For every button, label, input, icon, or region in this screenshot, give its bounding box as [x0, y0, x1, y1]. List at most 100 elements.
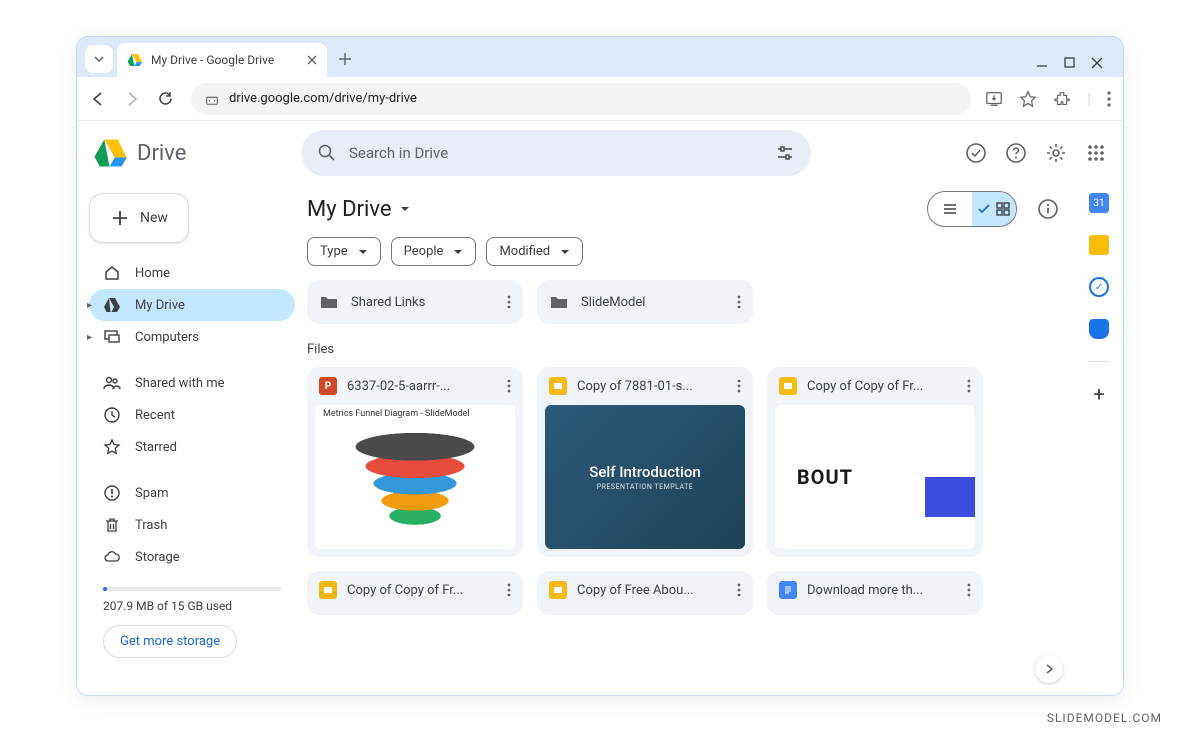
- more-icon[interactable]: [737, 379, 741, 393]
- new-tab-button[interactable]: [331, 45, 359, 73]
- more-icon[interactable]: [507, 295, 511, 309]
- tab-title: My Drive - Google Drive: [151, 53, 274, 67]
- file-card[interactable]: Copy of Free Abou...: [537, 571, 753, 615]
- file-name: Copy of Copy of Fr...: [347, 583, 497, 598]
- file-card[interactable]: Copy of 7881-01-s... Self IntroductionPR…: [537, 367, 753, 557]
- home-icon: [103, 264, 121, 282]
- sidebar-item-shared[interactable]: Shared with me: [89, 367, 295, 399]
- more-icon[interactable]: [507, 379, 511, 393]
- new-button[interactable]: New: [89, 193, 189, 243]
- more-icon[interactable]: [507, 583, 511, 597]
- file-thumbnail: BOUT: [775, 405, 975, 549]
- search-options-icon[interactable]: [775, 143, 795, 163]
- filter-people[interactable]: People: [391, 237, 477, 266]
- file-card[interactable]: Copy of Copy of Fr...: [307, 571, 523, 615]
- more-icon[interactable]: [737, 295, 741, 309]
- tab-search-button[interactable]: [85, 45, 113, 73]
- file-card[interactable]: Copy of Copy of Fr... BOUT: [767, 367, 983, 557]
- file-name: Copy of Free Abou...: [577, 583, 727, 598]
- more-icon[interactable]: [967, 379, 971, 393]
- breadcrumb[interactable]: My Drive: [307, 197, 412, 222]
- grid-view-button[interactable]: [972, 192, 1016, 226]
- sidebar-item-home[interactable]: Home: [89, 257, 295, 289]
- filter-modified[interactable]: Modified: [486, 237, 583, 266]
- sidebar-item-computers[interactable]: ▸ Computers: [89, 321, 295, 353]
- search-bar[interactable]: Search in Drive: [301, 130, 811, 176]
- folder-icon: [319, 292, 339, 312]
- ready-offline-icon[interactable]: [965, 142, 987, 164]
- folder-card[interactable]: Shared Links: [307, 280, 523, 324]
- docs-icon: [779, 581, 797, 599]
- expand-caret-icon[interactable]: ▸: [87, 300, 92, 311]
- settings-icon[interactable]: [1045, 142, 1067, 164]
- sidebar-item-spam[interactable]: Spam: [89, 477, 295, 509]
- filter-type[interactable]: Type: [307, 237, 381, 266]
- sidebar-label: Trash: [135, 518, 167, 533]
- slides-icon: [319, 581, 337, 599]
- sidebar-item-trash[interactable]: Trash: [89, 509, 295, 541]
- more-icon[interactable]: [967, 583, 971, 597]
- install-app-icon[interactable]: [985, 90, 1003, 108]
- watermark: SLIDEMODEL.COM: [1047, 711, 1162, 725]
- site-info-icon[interactable]: [205, 92, 219, 106]
- bookmark-icon[interactable]: [1019, 90, 1037, 108]
- sidebar-label: Shared with me: [135, 376, 225, 391]
- hide-side-panel-button[interactable]: [1035, 655, 1063, 683]
- reload-button[interactable]: [157, 90, 177, 107]
- apps-icon[interactable]: [1085, 142, 1107, 164]
- calendar-addon-icon[interactable]: 31: [1089, 193, 1109, 213]
- drive-favicon: [127, 52, 143, 68]
- sidebar-label: Recent: [135, 408, 175, 423]
- details-icon[interactable]: [1037, 198, 1059, 220]
- contacts-addon-icon[interactable]: [1089, 319, 1109, 339]
- list-view-button[interactable]: [928, 192, 972, 226]
- sidebar: New Home ▸ My Drive ▸ Computers Shared w…: [77, 185, 307, 695]
- storage-text: 207.9 MB of 15 GB used: [103, 599, 281, 613]
- back-button[interactable]: [89, 90, 109, 108]
- extensions-icon[interactable]: [1053, 90, 1071, 108]
- sidebar-label: Home: [135, 266, 170, 281]
- forward-button[interactable]: [123, 90, 143, 108]
- address-bar[interactable]: drive.google.com/drive/my-drive: [191, 83, 971, 115]
- file-card[interactable]: Download more th...: [767, 571, 983, 615]
- get-more-storage-button[interactable]: Get more storage: [103, 625, 237, 658]
- sidebar-label: My Drive: [135, 298, 185, 313]
- sidebar-item-starred[interactable]: Starred: [89, 431, 295, 463]
- folder-icon: [549, 292, 569, 312]
- browser-toolbar: drive.google.com/drive/my-drive |: [77, 77, 1123, 121]
- file-thumbnail: Metrics Funnel Diagram - SlideModel: [315, 405, 515, 549]
- window-minimize-button[interactable]: [1036, 57, 1048, 69]
- drive-logo[interactable]: Drive: [93, 135, 293, 171]
- main-content: My Drive Type People Modified: [307, 185, 1075, 695]
- recent-icon: [103, 406, 121, 424]
- sidebar-item-mydrive[interactable]: ▸ My Drive: [89, 289, 295, 321]
- storage-bar: [103, 587, 281, 591]
- file-name: Copy of 7881-01-s...: [577, 379, 727, 394]
- tab-close-icon[interactable]: [307, 55, 317, 65]
- slides-icon: [549, 581, 567, 599]
- files-section-label: Files: [307, 342, 1059, 357]
- sidebar-item-recent[interactable]: Recent: [89, 399, 295, 431]
- view-toggle: [927, 191, 1017, 227]
- help-icon[interactable]: [1005, 142, 1027, 164]
- mydrive-icon: [103, 296, 121, 314]
- file-card[interactable]: P 6337-02-5-aarrr-... Metrics Funnel Dia…: [307, 367, 523, 557]
- tasks-addon-icon[interactable]: ✓: [1089, 277, 1109, 297]
- powerpoint-icon: P: [319, 377, 337, 395]
- trash-icon: [103, 516, 121, 534]
- new-button-label: New: [140, 210, 168, 226]
- expand-caret-icon[interactable]: ▸: [87, 332, 92, 343]
- window-maximize-button[interactable]: [1064, 57, 1075, 69]
- search-placeholder: Search in Drive: [349, 144, 448, 162]
- chrome-menu-icon[interactable]: [1107, 91, 1111, 107]
- drive-logo-text: Drive: [137, 141, 186, 166]
- sidebar-label: Starred: [135, 440, 177, 455]
- browser-tab[interactable]: My Drive - Google Drive: [117, 43, 327, 77]
- folder-card[interactable]: SlideModel: [537, 280, 753, 324]
- sidebar-label: Storage: [135, 550, 180, 565]
- keep-addon-icon[interactable]: [1089, 235, 1109, 255]
- sidebar-item-storage[interactable]: Storage: [89, 541, 295, 573]
- window-close-button[interactable]: [1091, 57, 1103, 69]
- more-icon[interactable]: [737, 583, 741, 597]
- get-addons-icon[interactable]: +: [1089, 384, 1109, 404]
